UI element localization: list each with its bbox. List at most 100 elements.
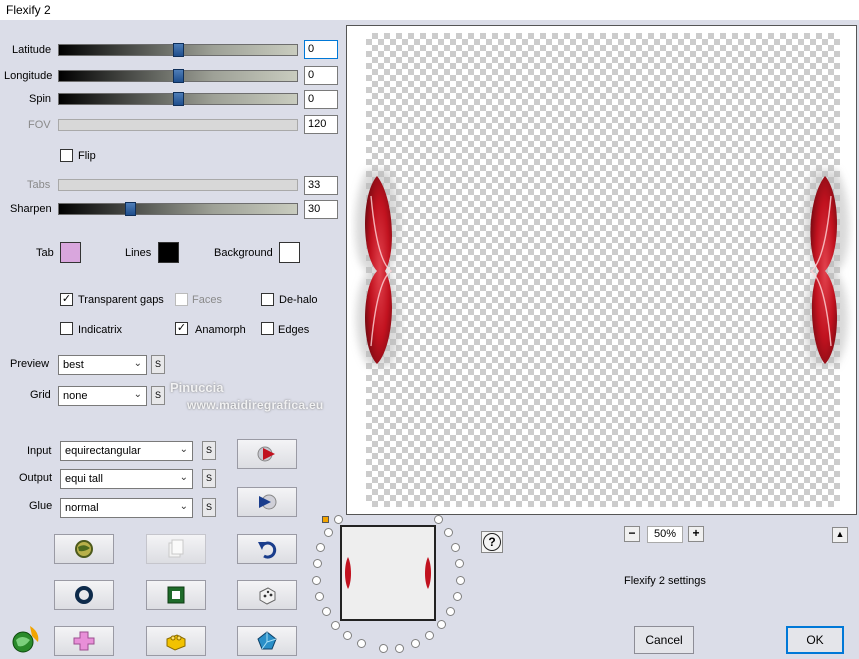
polyhedron-button[interactable] <box>237 626 297 656</box>
preview-quality-select[interactable]: best ⌄ <box>58 355 147 375</box>
frame-button[interactable] <box>146 580 206 610</box>
collapse-button[interactable]: ▲ <box>832 527 848 543</box>
orbit-dot[interactable] <box>436 620 446 630</box>
orbit-dot[interactable] <box>343 631 353 641</box>
sharpen-field[interactable]: 30 <box>304 200 338 219</box>
frame-icon <box>167 586 185 604</box>
edges-checkbox[interactable] <box>261 322 274 335</box>
spin-thumb[interactable] <box>173 92 184 106</box>
thumbnail-ribbons <box>345 557 431 589</box>
grid-value: none <box>63 390 88 402</box>
spin-slider[interactable] <box>58 92 298 106</box>
output-s-button[interactable]: S <box>202 469 216 488</box>
indicatrix-checkbox[interactable] <box>60 322 73 335</box>
de-halo-checkbox[interactable] <box>261 293 274 306</box>
orbit-dot[interactable] <box>434 514 444 524</box>
orbit-dot[interactable] <box>455 575 465 585</box>
ok-button[interactable]: OK <box>786 626 844 654</box>
sharpen-slider[interactable] <box>58 202 298 216</box>
latitude-field[interactable]: 0 <box>304 40 338 59</box>
orbit-dot[interactable] <box>312 559 322 568</box>
tab-color-swatch[interactable] <box>60 242 81 263</box>
orbit-dot[interactable] <box>446 607 456 617</box>
anamorph-checkbox[interactable]: ✓ <box>175 322 188 335</box>
copy-button <box>146 534 206 564</box>
grid-s-button[interactable]: S <box>151 386 165 405</box>
anamorph-label: Anamorph <box>195 324 246 336</box>
dice-icon <box>259 587 276 605</box>
cancel-button[interactable]: Cancel <box>634 626 694 654</box>
orbit-dot[interactable] <box>395 643 405 653</box>
orbit-dot[interactable] <box>357 639 367 649</box>
pentagon-icon <box>257 631 277 650</box>
output-select[interactable]: equi tall ⌄ <box>60 469 193 489</box>
ring-button[interactable] <box>54 580 114 610</box>
orbit-dot[interactable] <box>333 514 343 524</box>
glue-select[interactable]: normal ⌄ <box>60 498 193 518</box>
puzzle-cross-icon <box>73 631 95 651</box>
flip-checkbox[interactable] <box>60 149 73 162</box>
rewind-ball-icon <box>259 494 277 510</box>
orbit-dot[interactable] <box>316 542 326 552</box>
undo-button[interactable] <box>237 534 297 564</box>
tiles-button[interactable] <box>54 626 114 656</box>
play-forward-button[interactable] <box>237 439 297 469</box>
longitude-thumb[interactable] <box>173 69 184 83</box>
preview-s-button[interactable]: S <box>151 355 165 374</box>
ring-icon <box>75 586 93 604</box>
orbit-dot[interactable] <box>323 527 333 537</box>
zoom-in-button[interactable]: + <box>688 526 704 542</box>
orbit-dot[interactable] <box>321 607 331 617</box>
play-ball-icon <box>257 446 275 462</box>
input-s-button[interactable]: S <box>202 441 216 460</box>
input-select[interactable]: equirectangular ⌄ <box>60 441 193 461</box>
tabs-field[interactable]: 33 <box>304 176 338 195</box>
window-title: Flexify 2 <box>6 3 51 17</box>
orbit-dot[interactable] <box>452 591 462 601</box>
lines-color-swatch[interactable] <box>158 242 179 263</box>
latitude-thumb[interactable] <box>173 43 184 57</box>
input-label: Input <box>27 445 52 457</box>
fov-slider <box>58 119 298 131</box>
orbit-dot[interactable] <box>410 639 420 649</box>
orbit-dot[interactable] <box>424 631 434 641</box>
thumbnail-preview[interactable] <box>340 525 436 621</box>
randomize-button[interactable] <box>54 534 114 564</box>
brick-button[interactable] <box>146 626 206 656</box>
zoom-out-button[interactable]: − <box>624 526 640 542</box>
orbit-dot[interactable] <box>451 542 461 552</box>
dice-button[interactable] <box>237 580 297 610</box>
orbit-dot[interactable] <box>312 575 322 585</box>
tab-color-label: Tab <box>36 247 54 259</box>
orbit-dot[interactable] <box>331 620 341 630</box>
spin-field[interactable]: 0 <box>304 90 338 109</box>
faces-checkbox <box>175 293 188 306</box>
sharpen-thumb[interactable] <box>125 202 136 216</box>
help-icon: ? <box>483 533 501 551</box>
faces-label: Faces <box>192 294 222 306</box>
transparent-gaps-label: Transparent gaps <box>78 294 164 306</box>
tabs-slider <box>58 179 298 191</box>
grid-select[interactable]: none ⌄ <box>58 386 147 406</box>
help-button[interactable]: ? <box>481 531 503 553</box>
copy-icon <box>168 539 184 558</box>
brick-icon <box>166 634 186 651</box>
background-color-swatch[interactable] <box>279 242 300 263</box>
glue-s-button[interactable]: S <box>202 498 216 517</box>
play-back-button[interactable] <box>237 487 297 517</box>
orbit-dot[interactable] <box>315 592 325 602</box>
glue-value: normal <box>65 502 99 514</box>
longitude-slider[interactable] <box>58 69 298 83</box>
orbit-dot[interactable] <box>455 558 465 568</box>
preview-panel[interactable] <box>346 25 857 515</box>
orbit-dot[interactable] <box>379 644 389 654</box>
latitude-slider[interactable] <box>58 43 298 57</box>
watermark-url: www.maidiregrafica.eu <box>187 398 324 412</box>
longitude-field[interactable]: 0 <box>304 66 338 85</box>
orbit-dot[interactable] <box>444 527 454 537</box>
transparent-gaps-checkbox[interactable]: ✓ <box>60 293 73 306</box>
grid-label: Grid <box>30 389 51 401</box>
settings-label: Flexify 2 settings <box>624 575 706 587</box>
fov-field[interactable]: 120 <box>304 115 338 134</box>
chevron-down-icon: ⌄ <box>179 501 188 512</box>
